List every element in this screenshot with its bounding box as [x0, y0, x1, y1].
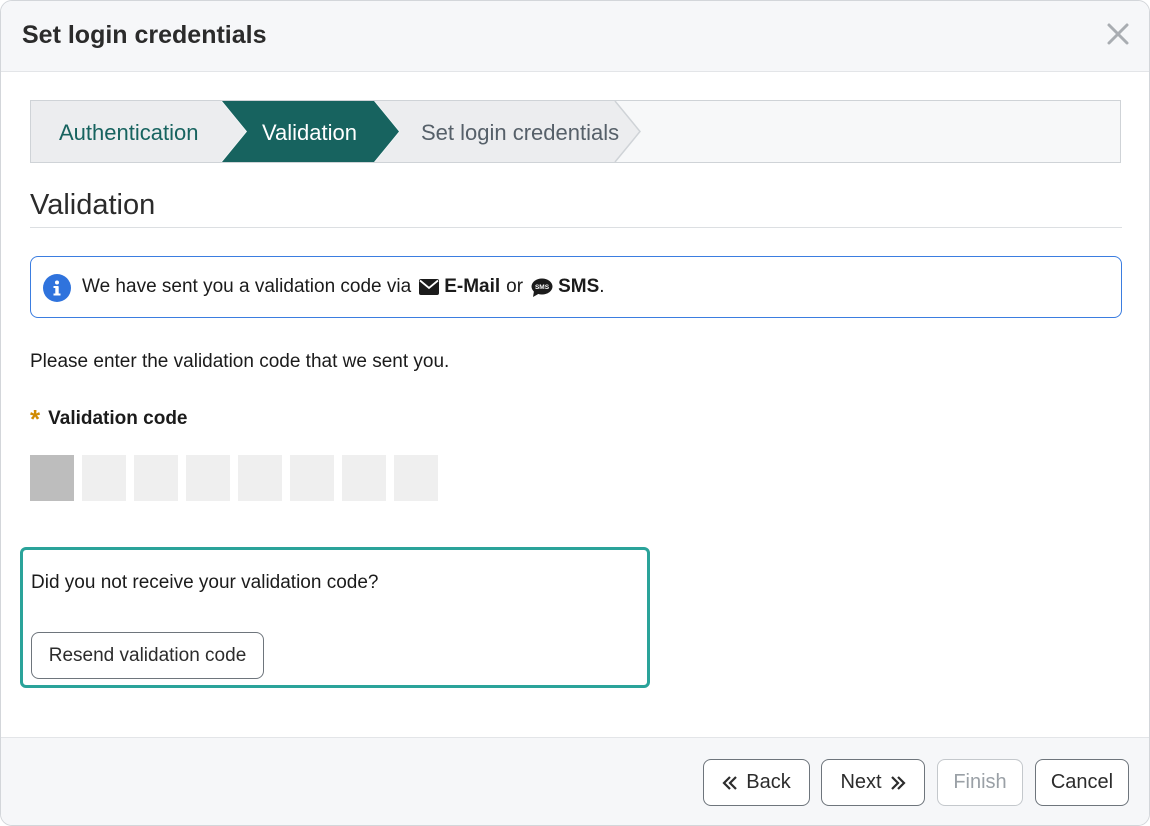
close-icon	[1107, 23, 1129, 45]
dialog-footer: Back Next Finish Cancel	[1, 737, 1149, 825]
validation-code-label-text: Validation code	[48, 408, 188, 429]
section-title: Validation	[30, 189, 156, 221]
back-button[interactable]: Back	[703, 759, 810, 806]
back-label: Back	[746, 771, 791, 793]
dialog: Set login credentials Authentication Val…	[0, 0, 1150, 826]
validation-code-input	[30, 455, 438, 501]
dialog-header: Set login credentials	[1, 1, 1149, 72]
double-chevron-right-icon	[890, 775, 906, 790]
step-validation: Validation	[262, 120, 357, 145]
resend-question: Did you not receive your validation code…	[31, 572, 379, 593]
email-label: E-Mail	[444, 276, 501, 297]
next-button[interactable]: Next	[821, 759, 925, 806]
svg-text:SMS: SMS	[535, 284, 550, 291]
code-digit-5[interactable]	[238, 455, 282, 501]
double-chevron-left-icon	[722, 775, 738, 790]
code-digit-4[interactable]	[186, 455, 230, 501]
info-suffix: .	[599, 276, 605, 297]
code-digit-1[interactable]	[30, 455, 74, 501]
dialog-title: Set login credentials	[22, 21, 267, 49]
instruction-text: Please enter the validation code that we…	[30, 351, 450, 372]
close-button[interactable]	[1105, 21, 1131, 47]
info-alert: We have sent you a validation code via E…	[30, 256, 1122, 318]
sms-label: SMS	[558, 276, 600, 297]
info-message: We have sent you a validation code via E…	[82, 276, 605, 298]
envelope-icon	[419, 279, 440, 295]
step-authentication[interactable]: Authentication	[59, 120, 198, 146]
info-icon	[43, 274, 71, 302]
next-label: Next	[840, 771, 882, 793]
wizard-stepper: Authentication Validation Set login cred…	[30, 100, 1121, 163]
code-digit-7[interactable]	[342, 455, 386, 501]
section-divider	[30, 227, 1122, 228]
validation-code-label: * Validation code	[30, 404, 188, 434]
code-digit-2[interactable]	[82, 455, 126, 501]
resend-panel: Did you not receive your validation code…	[20, 547, 650, 688]
required-asterisk: *	[30, 404, 41, 434]
sms-bubble-icon: SMS	[531, 278, 553, 297]
step-set-login-credentials: Set login credentials	[421, 120, 620, 145]
cancel-button[interactable]: Cancel	[1035, 759, 1129, 806]
info-text-prefix: We have sent you a validation code via	[82, 276, 412, 297]
resend-code-button[interactable]: Resend validation code	[31, 632, 264, 679]
or-text: or	[506, 276, 524, 297]
code-digit-3[interactable]	[134, 455, 178, 501]
finish-button[interactable]: Finish	[937, 759, 1023, 806]
code-digit-8[interactable]	[394, 455, 438, 501]
code-digit-6[interactable]	[290, 455, 334, 501]
